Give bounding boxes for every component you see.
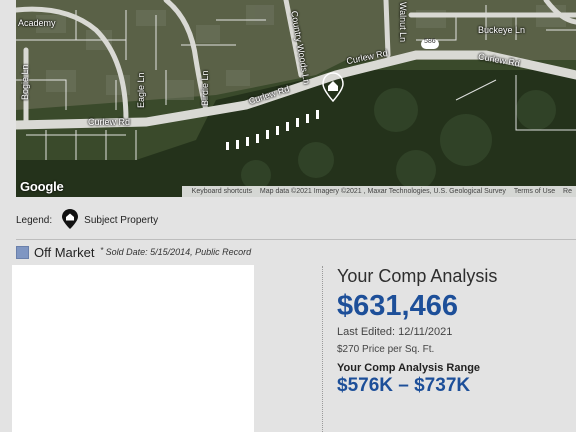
street-label-birdie: Birdie Ln (200, 70, 210, 106)
section-divider (16, 239, 576, 240)
terms-of-use-link[interactable]: Terms of Use (514, 188, 555, 195)
street-label-walnut: Walnut Ln (398, 2, 408, 43)
property-map[interactable]: Academy Country Woods Ln Walnut Ln Bucke… (16, 0, 576, 197)
map-attribution-bar: Keyboard shortcuts Map data ©2021 Imager… (181, 186, 576, 197)
comp-analysis-value: $631,466 (337, 290, 458, 322)
street-label-eagle: Eagle Ln (136, 72, 146, 108)
street-label-academy: Academy (18, 18, 56, 28)
price-per-sqft: $270 Price per Sq. Ft. (337, 344, 435, 355)
status-label: Off Market (34, 244, 95, 260)
street-label-buckeye: Buckeye Ln (478, 25, 526, 35)
legend-item-subject-property: Subject Property (84, 214, 159, 226)
vertical-divider (322, 266, 323, 432)
subject-property-pin-icon (62, 208, 79, 232)
last-edited-date: Last Edited: 12/11/2021 (337, 326, 453, 338)
sold-date-note: Sold Date: 5/15/2014, Public Record (105, 247, 252, 257)
comp-range-value: $576K – $737K (337, 375, 471, 396)
street-label-bogie: Bogie Ln (20, 64, 30, 100)
status-color-swatch (16, 245, 29, 259)
keyboard-shortcuts-link[interactable]: Keyboard shortcuts (192, 188, 252, 195)
map-data-credit: Map data ©2021 Imagery ©2021 , Maxar Tec… (259, 188, 506, 195)
google-logo: Google (20, 179, 64, 194)
map-legend: Legend: Subject Property (16, 207, 158, 233)
street-label-curlew-left: Curlew Rd (88, 117, 131, 127)
comp-range-label: Your Comp Analysis Range (337, 362, 481, 374)
comp-analysis-title: Your Comp Analysis (337, 266, 498, 286)
status-footnote-marker: * (100, 246, 104, 255)
report-error-link[interactable]: Re (563, 188, 572, 195)
legend-label: Legend: (16, 214, 53, 226)
listing-status: Off Market * Sold Date: 5/15/2014, Publi… (16, 243, 251, 261)
route-shield-label: 586 (424, 38, 436, 45)
property-photo (12, 265, 254, 432)
comp-analysis-panel: Your Comp Analysis $631,466 Last Edited:… (337, 265, 573, 397)
